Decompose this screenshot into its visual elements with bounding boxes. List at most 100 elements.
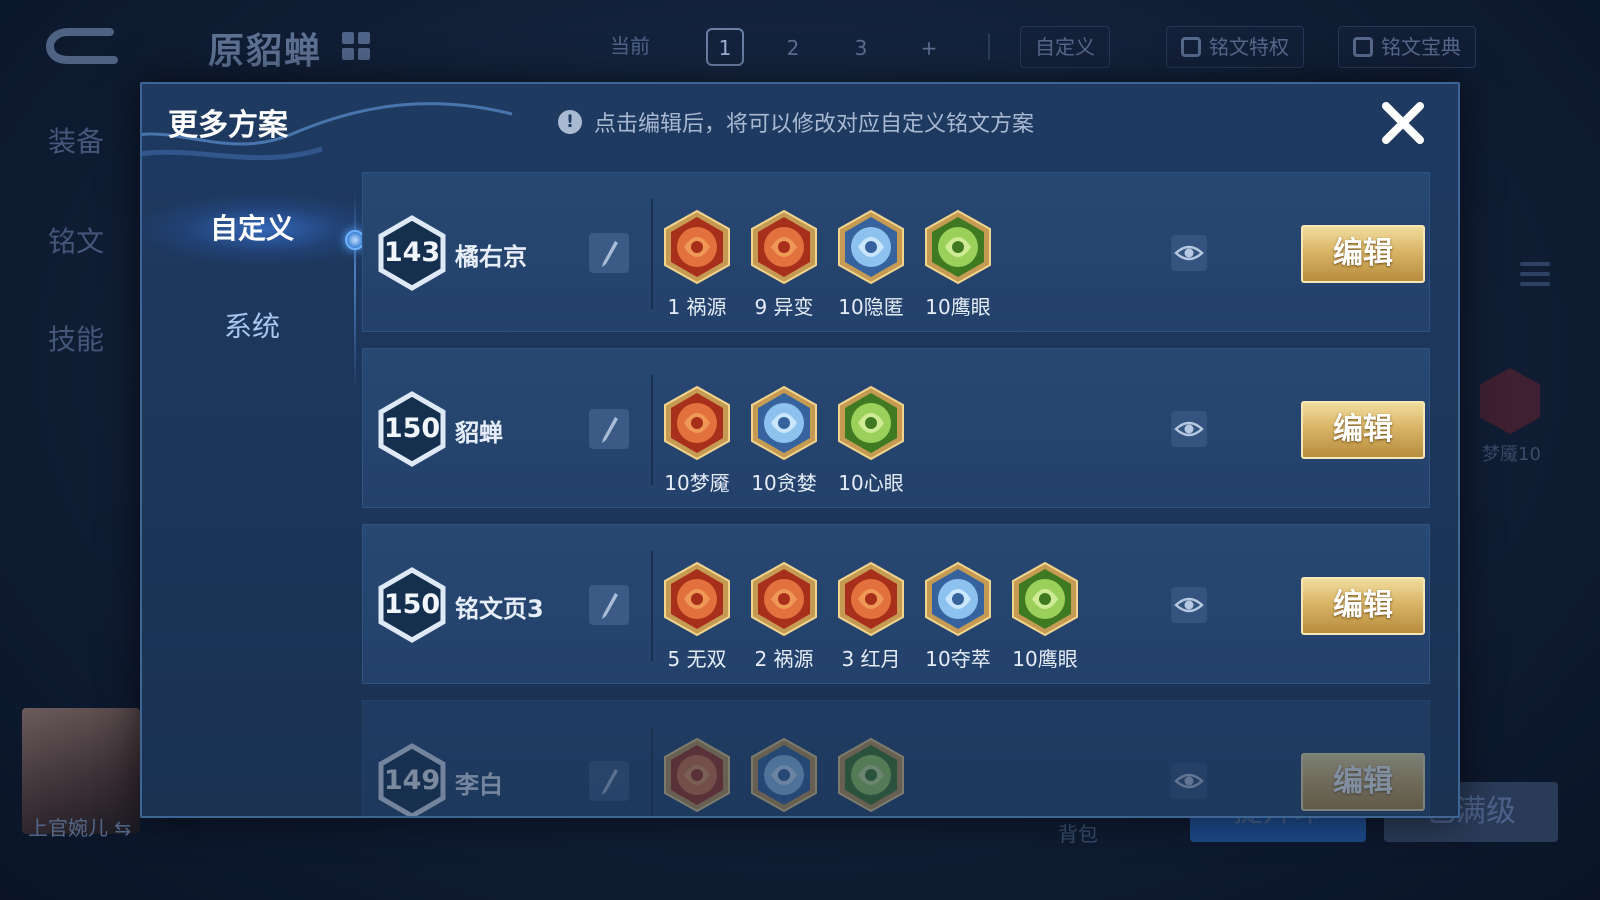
- preview-button[interactable]: [1171, 587, 1207, 623]
- side-tab-runes[interactable]: 铭文: [48, 220, 104, 260]
- rune-codex-button[interactable]: 铭文宝典: [1338, 26, 1476, 68]
- rename-button[interactable]: [589, 761, 629, 801]
- plan-level: 149: [383, 765, 441, 796]
- close-icon: [1382, 102, 1424, 144]
- divider: [988, 34, 990, 60]
- bag-label[interactable]: 背包: [1058, 818, 1098, 847]
- wushuang-rune-icon: [659, 561, 735, 637]
- preview-button[interactable]: [1171, 411, 1207, 447]
- pencil-icon: [602, 241, 618, 267]
- edit-button[interactable]: 编辑: [1301, 577, 1425, 635]
- custom-button[interactable]: 自定义: [1020, 26, 1110, 68]
- rune-slot[interactable]: 10夺萃: [920, 561, 996, 683]
- rune-slot[interactable]: 10梦魇: [659, 385, 735, 507]
- rune-slot[interactable]: [746, 737, 822, 816]
- grid-icon[interactable]: [342, 32, 370, 60]
- rune-label: 10贪婪: [751, 471, 817, 495]
- rune-label: 9 异变: [754, 295, 814, 319]
- plan-name: 橘右京: [455, 243, 527, 271]
- green-rune-icon: [833, 737, 909, 813]
- edit-button[interactable]: 编辑: [1301, 753, 1425, 811]
- rune-label: 3 红月: [841, 647, 901, 671]
- rune-slot[interactable]: 1 祸源: [659, 209, 735, 331]
- rune-slot[interactable]: 3 红月: [833, 561, 909, 683]
- rune-label: 5 无双: [667, 647, 727, 671]
- rune-slot[interactable]: [659, 737, 735, 816]
- rune-page-tab-1[interactable]: 1: [706, 28, 744, 66]
- rune-slot[interactable]: 10心眼: [833, 385, 909, 507]
- hongyue-rune-icon: [833, 561, 909, 637]
- plan-row[interactable]: 143 橘右京 1 祸源 9 异变 10隐匿 10鹰眼 编辑: [362, 172, 1430, 332]
- add-page-button[interactable]: +: [910, 28, 948, 66]
- rune-label: 10鹰眼: [925, 295, 991, 319]
- pencil-icon: [602, 417, 618, 443]
- hint-text: 点击编辑后，将可以修改对应自定义铭文方案: [594, 112, 1035, 137]
- hero-name: 原貂蝉: [208, 31, 323, 72]
- tab-custom[interactable]: 自定义: [142, 194, 362, 264]
- rune-slot[interactable]: 10贪婪: [746, 385, 822, 507]
- preview-button[interactable]: [1171, 235, 1207, 271]
- side-tab-equipment[interactable]: 装备: [48, 120, 104, 160]
- rune-label: 10梦魇: [664, 471, 730, 495]
- top-bar: 原貂蝉 当前 1 2 3 + 自定义 铭文特权 铭文宝典: [0, 0, 1600, 90]
- tab-system[interactable]: 系统: [142, 292, 362, 362]
- huoyuan-rune-icon: [659, 209, 735, 285]
- row-divider: [651, 727, 653, 816]
- huoyuan-rune-icon: [746, 561, 822, 637]
- plan-row[interactable]: 149 李白 编辑: [362, 700, 1430, 816]
- eye-icon: [1174, 245, 1204, 261]
- rune-page-tab-2[interactable]: 2: [774, 28, 812, 66]
- row-divider: [651, 199, 653, 309]
- xinyan-rune-icon: [833, 385, 909, 461]
- edit-button[interactable]: 编辑: [1301, 225, 1425, 283]
- rune-slot[interactable]: 5 无双: [659, 561, 735, 683]
- rune-page-tab-3[interactable]: 3: [842, 28, 880, 66]
- close-button[interactable]: [1378, 98, 1428, 148]
- plan-row[interactable]: 150 貂蝉 10梦魇 10贪婪 10心眼 编辑: [362, 348, 1430, 508]
- list-icon[interactable]: [1520, 262, 1550, 296]
- custom-button-label: 自定义: [1035, 35, 1095, 59]
- current-page-label: 当前: [610, 34, 650, 58]
- rename-button[interactable]: [589, 585, 629, 625]
- plan-level: 150: [383, 413, 441, 444]
- eye-icon: [1174, 773, 1204, 789]
- rename-button[interactable]: [589, 233, 629, 273]
- tanlan-rune-icon: [746, 385, 822, 461]
- rune-slot[interactable]: 10鹰眼: [1007, 561, 1083, 683]
- side-rune-icon: [1480, 368, 1540, 434]
- codex-icon: [1353, 37, 1373, 57]
- eye-icon: [1174, 421, 1204, 437]
- yinni-rune-icon: [833, 209, 909, 285]
- plan-level: 150: [383, 589, 441, 620]
- mengyan-rune-icon: [659, 385, 735, 461]
- rune-slot[interactable]: 10隐匿: [833, 209, 909, 331]
- plan-name: 貂蝉: [455, 419, 503, 447]
- rename-button[interactable]: [589, 409, 629, 449]
- rune-slot[interactable]: 2 祸源: [746, 561, 822, 683]
- rune-label: 10心眼: [838, 471, 904, 495]
- plan-name: 李白: [455, 771, 503, 799]
- red-rune-icon: [659, 737, 735, 813]
- rune-slot[interactable]: 9 异变: [746, 209, 822, 331]
- plan-list[interactable]: 143 橘右京 1 祸源 9 异变 10隐匿 10鹰眼 编辑 150 貂蝉 10梦魇 10贪婪 10心…: [362, 172, 1430, 816]
- rune-label: 1 祸源: [667, 295, 727, 319]
- side-rune-label: 梦魇10: [1482, 444, 1541, 465]
- eye-icon: [1174, 597, 1204, 613]
- back-icon[interactable]: [40, 22, 126, 68]
- plan-level: 143: [383, 237, 441, 268]
- rune-slot[interactable]: 10鹰眼: [920, 209, 996, 331]
- preview-button[interactable]: [1171, 763, 1207, 799]
- plan-row[interactable]: 150 铭文页3 5 无双 2 祸源 3 红月 10夺萃 10鹰眼 编辑: [362, 524, 1430, 684]
- info-icon: !: [558, 110, 582, 134]
- rune-privilege-button[interactable]: 铭文特权: [1166, 26, 1304, 68]
- avatar-name[interactable]: 上官婉儿 ⇆: [28, 812, 131, 841]
- duocui-rune-icon: [920, 561, 996, 637]
- rune-slot[interactable]: [833, 737, 909, 816]
- pencil-icon: [602, 769, 618, 795]
- edit-button[interactable]: 编辑: [1301, 401, 1425, 459]
- blue-rune-icon: [746, 737, 822, 813]
- hint-text-row: ! 点击编辑后，将可以修改对应自定义铭文方案: [558, 106, 1034, 138]
- more-plans-dialog: 更多方案 ! 点击编辑后，将可以修改对应自定义铭文方案 自定义 系统 143 橘右…: [140, 82, 1460, 818]
- row-divider: [651, 551, 653, 661]
- side-tab-skills[interactable]: 技能: [48, 318, 104, 358]
